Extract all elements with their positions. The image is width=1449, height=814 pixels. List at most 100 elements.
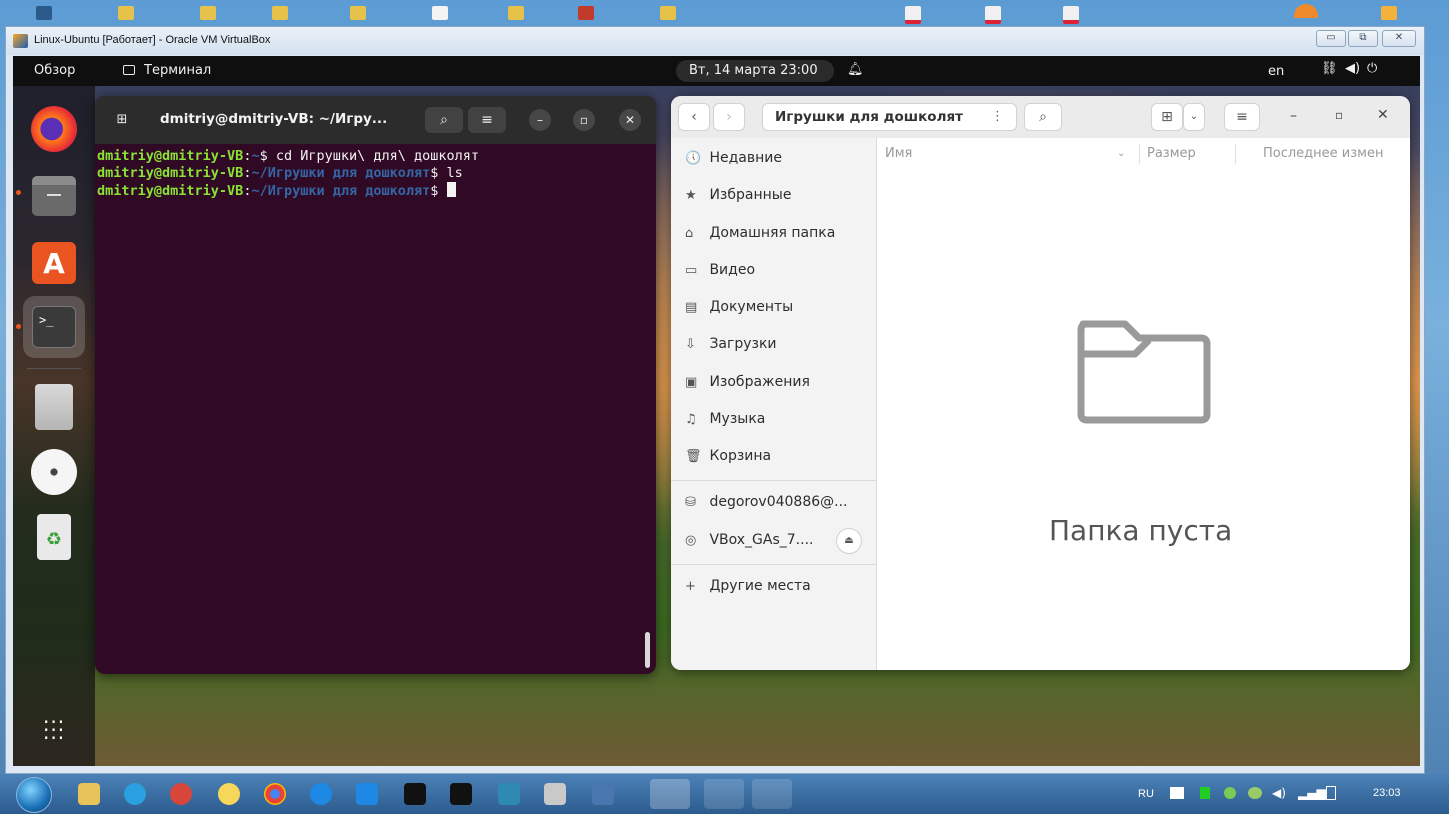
ubuntu-software-icon[interactable]: A	[23, 232, 85, 294]
files-content[interactable]: Имя ⌄ Размер Последнее измен Папка пуста	[877, 138, 1410, 670]
forward-button[interactable]: ›	[713, 103, 745, 131]
desktop-pdf-icon[interactable]	[985, 6, 1001, 24]
app-taskbar-button[interactable]	[704, 779, 744, 809]
search-icon[interactable]: ⌕	[425, 107, 463, 133]
close-button[interactable]: ✕	[1382, 30, 1416, 47]
terminal-window[interactable]: ⊞ dmitriy@dmitriy-VB: ~/Игру... ⌕ ≡ – ▫ …	[95, 96, 656, 674]
desktop-pdf-icon[interactable]	[1063, 6, 1079, 24]
app-icon[interactable]	[498, 783, 520, 805]
tray-language[interactable]: RU	[1138, 788, 1154, 800]
eject-icon[interactable]: ⏏	[836, 528, 862, 554]
back-button[interactable]: ‹	[678, 103, 710, 131]
tray-app-icon[interactable]	[1200, 787, 1210, 799]
desktop-folder-icon[interactable]	[508, 6, 524, 20]
show-applications-icon[interactable]: ··· ··· ···	[23, 698, 85, 760]
desktop-folder-icon[interactable]	[660, 6, 676, 20]
chrome-icon[interactable]	[264, 783, 286, 805]
keyboard-layout-indicator[interactable]: en	[1268, 64, 1284, 79]
pycharm-icon[interactable]	[404, 783, 426, 805]
search-icon[interactable]: ⌕	[1024, 103, 1062, 131]
hamburger-menu-icon[interactable]: ≡	[1224, 103, 1260, 131]
jetbrains-icon[interactable]	[450, 783, 472, 805]
firefox-icon[interactable]	[23, 98, 85, 160]
sidebar-item-documents[interactable]: ▤ Документы	[685, 299, 793, 319]
desktop-pdf-icon[interactable]	[905, 6, 921, 24]
sidebar-item-network-drive[interactable]: ⛁ degorov040886@...	[685, 494, 848, 514]
vscode-icon[interactable]	[356, 783, 378, 805]
column-header-modified[interactable]: Последнее измен	[1263, 146, 1383, 161]
files-headerbar[interactable]: ‹ › Игрушки для дошколят ⋮ ⌕ ⊞ ⌄ ≡ – ▫ ✕	[671, 96, 1410, 138]
restore-button[interactable]: ⧉	[1348, 30, 1378, 47]
trash-icon[interactable]: ♻	[23, 506, 85, 568]
yandex-browser-icon[interactable]	[218, 783, 240, 805]
desktop-folder-icon[interactable]	[200, 6, 216, 20]
tray-app-icon[interactable]	[1224, 787, 1236, 799]
terminal-output[interactable]: dmitriy@dmitriy-VB:~$ cd Игрушки\ для\ д…	[95, 144, 656, 674]
sidebar-item-starred[interactable]: ★ Избранные	[685, 187, 791, 207]
app-icon[interactable]	[592, 783, 614, 805]
path-menu-icon[interactable]: ⋮	[991, 109, 1004, 124]
desktop-app-icon[interactable]	[1381, 6, 1397, 20]
volume-icon[interactable]: ◀)	[1345, 61, 1360, 76]
desktop-folder-icon[interactable]	[350, 6, 366, 20]
maximize-icon[interactable]: ▫	[573, 109, 595, 131]
tray-flag-icon[interactable]	[1170, 787, 1184, 799]
tray-battery-icon[interactable]	[1326, 786, 1336, 800]
cdrom-icon[interactable]	[23, 441, 85, 503]
tray-clock[interactable]: 23:03	[1373, 787, 1401, 799]
disc-icon: ◎	[685, 533, 697, 548]
sidebar-item-home[interactable]: ⌂ Домашняя папка	[685, 225, 835, 245]
sidebar-item-other-locations[interactable]: + Другие места	[685, 578, 811, 598]
tray-app-icon[interactable]	[1248, 787, 1262, 799]
sidebar-item-vbox-cd[interactable]: ◎ VBox_GAs_7....	[685, 532, 813, 552]
desktop-folder-icon[interactable]	[118, 6, 134, 20]
edge-icon[interactable]	[310, 783, 332, 805]
desktop-app-icon[interactable]	[1294, 4, 1318, 18]
app-icon[interactable]	[170, 783, 192, 805]
desktop-file-icon[interactable]	[432, 6, 448, 20]
activities-button[interactable]: Обзор	[34, 63, 75, 78]
sidebar-item-music[interactable]: ♫ Музыка	[685, 411, 765, 431]
virtualbox-taskbar-button[interactable]	[650, 779, 690, 809]
tray-volume-icon[interactable]: ◀)	[1272, 786, 1286, 800]
sidebar-item-trash[interactable]: 🗑 Корзина	[685, 448, 771, 468]
telegram-icon[interactable]	[124, 783, 146, 805]
sidebar-item-pictures[interactable]: ▣ Изображения	[685, 374, 810, 394]
terminal-scrollbar[interactable]	[645, 632, 650, 668]
close-icon[interactable]: ✕	[1377, 107, 1389, 123]
path-current-folder[interactable]: Игрушки для дошколят	[775, 109, 963, 125]
sidebar-item-videos[interactable]: ▭ Видео	[685, 262, 755, 282]
empty-folder-label: Папка пуста	[1049, 514, 1233, 547]
terminal-headerbar[interactable]: ⊞ dmitriy@dmitriy-VB: ~/Игру... ⌕ ≡ – ▫ …	[95, 96, 656, 144]
column-header-name[interactable]: Имя	[885, 146, 912, 161]
hamburger-menu-icon[interactable]: ≡	[468, 107, 506, 133]
sidebar-item-downloads[interactable]: ⇩ Загрузки	[685, 336, 777, 356]
files-window[interactable]: ‹ › Игрушки для дошколят ⋮ ⌕ ⊞ ⌄ ≡ – ▫ ✕…	[671, 96, 1410, 670]
chevron-down-icon[interactable]: ⌄	[1183, 103, 1205, 131]
tray-signal-icon[interactable]: ▂▄▆	[1298, 786, 1326, 800]
maximize-icon[interactable]: ▫	[1335, 108, 1343, 122]
view-grid-icon[interactable]: ⊞	[1151, 103, 1183, 131]
explorer-icon[interactable]	[78, 783, 100, 805]
chevron-down-icon[interactable]: ⌄	[1117, 148, 1125, 159]
minimize-button[interactable]: ▭	[1316, 30, 1346, 47]
desktop-app-icon[interactable]	[578, 6, 594, 20]
start-button[interactable]	[16, 777, 52, 813]
app-menu-label[interactable]: Терминал	[144, 63, 211, 78]
app-icon[interactable]	[544, 783, 566, 805]
terminal-icon[interactable]: >_	[23, 296, 85, 358]
minimize-icon[interactable]: –	[529, 109, 551, 131]
app-taskbar-button[interactable]	[752, 779, 792, 809]
minimize-icon[interactable]: –	[1290, 108, 1297, 124]
disk-icon[interactable]	[23, 376, 85, 438]
desktop-shortcut-icon[interactable]	[36, 6, 52, 20]
new-tab-icon[interactable]: ⊞	[111, 110, 133, 130]
virtualbox-titlebar[interactable]: Linux-Ubuntu [Работает] - Oracle VM Virt…	[6, 27, 1424, 55]
desktop-folder-icon[interactable]	[272, 6, 288, 20]
column-header-size[interactable]: Размер	[1147, 146, 1196, 161]
close-icon[interactable]: ✕	[619, 109, 641, 131]
sidebar-item-recent[interactable]: 🕔 Недавние	[685, 150, 782, 170]
files-icon[interactable]	[23, 166, 85, 228]
power-icon[interactable]: ⏻	[1367, 61, 1377, 76]
network-icon[interactable]: ⛓	[1321, 61, 1338, 76]
